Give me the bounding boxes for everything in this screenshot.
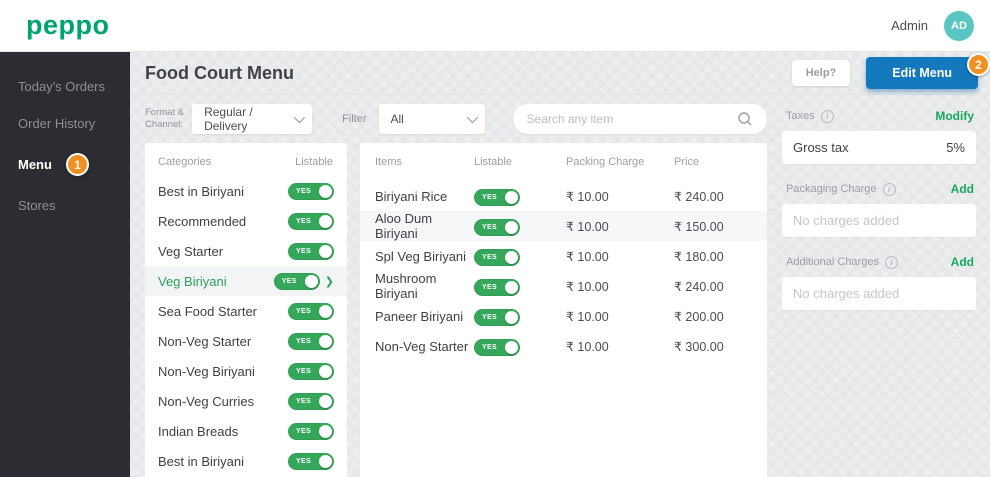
top-bar: peppo Admin AD bbox=[0, 0, 990, 52]
additional-charges-label: Additional Charges bbox=[786, 256, 879, 268]
packaging-charge-label: Packaging Charge bbox=[786, 183, 877, 195]
tax-name: Gross tax bbox=[793, 140, 849, 155]
sidebar-item-stores[interactable]: Stores bbox=[0, 187, 130, 224]
modify-taxes-link[interactable]: Modify bbox=[935, 109, 974, 123]
search-input[interactable] bbox=[526, 112, 737, 126]
categories-panel: Categories Listable Best in Biriyani YES… bbox=[145, 143, 347, 477]
listable-column-header: Listable bbox=[295, 156, 333, 168]
category-row[interactable]: Best in Biriyani YES bbox=[145, 446, 347, 476]
sidebar: Today's Orders Order History Menu 1 Stor… bbox=[0, 52, 130, 477]
listable-toggle[interactable]: YES bbox=[288, 452, 334, 470]
listable-toggle[interactable]: YES bbox=[288, 332, 334, 350]
edit-menu-button[interactable]: Edit Menu bbox=[866, 57, 978, 89]
categories-column-header: Categories bbox=[158, 156, 212, 168]
search-icon bbox=[738, 112, 752, 126]
add-packaging-charge-link[interactable]: Add bbox=[951, 182, 974, 196]
listable-toggle[interactable]: YES bbox=[474, 248, 520, 266]
add-additional-charge-link[interactable]: Add bbox=[951, 255, 974, 269]
peppo-logo: peppo bbox=[26, 10, 110, 40]
items-panel: Items Listable Packing Charge Price Biri… bbox=[360, 143, 767, 477]
tax-row: Gross tax 5% bbox=[782, 131, 976, 164]
listable-toggle[interactable]: YES bbox=[288, 302, 334, 320]
table-row: Paneer Biriyani YES ₹ 10.00 ₹ 200.00 bbox=[375, 308, 724, 326]
filter-row: Format & Channel: Regular / Delivery Fil… bbox=[145, 95, 767, 143]
category-row[interactable]: Recommended YES bbox=[145, 206, 347, 236]
packing-charge-column-header: Packing Charge bbox=[566, 156, 645, 168]
taxes-label: Taxes bbox=[786, 110, 815, 122]
listable-toggle[interactable]: YES bbox=[474, 188, 520, 206]
help-button[interactable]: Help? bbox=[791, 60, 851, 86]
filter-label: Filter bbox=[342, 113, 367, 125]
info-icon[interactable]: i bbox=[884, 255, 898, 269]
listable-column-header: Listable bbox=[474, 156, 512, 168]
listable-toggle[interactable]: YES bbox=[288, 182, 334, 200]
sidebar-item-order-history[interactable]: Order History bbox=[0, 105, 130, 142]
category-row[interactable]: Best in Biriyani YES bbox=[145, 176, 347, 206]
additional-charges-empty: No charges added bbox=[782, 277, 976, 310]
table-row: Mushroom Biriyani YES ₹ 10.00 ₹ 240.00 bbox=[375, 271, 724, 301]
sidebar-item-menu[interactable]: Menu 1 bbox=[0, 142, 130, 187]
chevron-right-icon: ❯ bbox=[324, 275, 334, 288]
search-bar[interactable] bbox=[512, 104, 767, 134]
page-title: Food Court Menu bbox=[145, 62, 294, 83]
format-channel-dropdown[interactable]: Regular / Delivery bbox=[192, 104, 313, 134]
tax-value: 5% bbox=[946, 140, 965, 155]
admin-menu-label[interactable]: Admin bbox=[891, 18, 928, 33]
listable-toggle[interactable]: YES bbox=[474, 338, 520, 356]
category-row[interactable]: Veg Starter YES bbox=[145, 236, 347, 266]
listable-toggle[interactable]: YES bbox=[288, 242, 334, 260]
filter-dropdown[interactable]: All bbox=[378, 104, 485, 134]
table-row: Spl Veg Biriyani YES ₹ 10.00 ₹ 180.00 bbox=[375, 248, 724, 266]
category-row[interactable]: Indian Breads YES bbox=[145, 416, 347, 446]
page-header: Food Court Menu Help? Edit Menu 2 bbox=[130, 52, 990, 95]
packaging-charge-empty: No charges added bbox=[782, 204, 976, 237]
chevron-down-icon bbox=[466, 111, 478, 124]
listable-toggle[interactable]: YES bbox=[474, 308, 520, 326]
sidebar-item-todays-orders[interactable]: Today's Orders bbox=[0, 68, 130, 105]
category-row[interactable]: Sea Food Starter YES bbox=[145, 296, 347, 326]
listable-toggle[interactable]: YES bbox=[273, 272, 320, 290]
format-channel-label: Format & Channel: bbox=[145, 107, 185, 130]
info-icon[interactable]: i bbox=[882, 182, 896, 196]
listable-toggle[interactable]: YES bbox=[288, 422, 334, 440]
price-column-header: Price bbox=[674, 156, 700, 168]
listable-toggle[interactable]: YES bbox=[288, 392, 334, 410]
listable-toggle[interactable]: YES bbox=[474, 218, 520, 236]
table-row: Non-Veg Starter YES ₹ 10.00 ₹ 300.00 bbox=[375, 338, 724, 356]
listable-toggle[interactable]: YES bbox=[288, 362, 334, 380]
chevron-down-icon bbox=[293, 111, 306, 124]
table-row: Aloo Dum Biriyani YES ₹ 10.00 ₹ 150.00 bbox=[360, 211, 767, 241]
table-row: Biriyani Rice YES ₹ 10.00 ₹ 240.00 bbox=[375, 188, 724, 206]
category-row-selected[interactable]: Veg Biriyani YES ❯ bbox=[145, 266, 347, 296]
info-icon[interactable]: i bbox=[820, 109, 834, 123]
step-badge-2: 2 bbox=[967, 53, 990, 76]
avatar[interactable]: AD bbox=[944, 10, 974, 41]
step-badge-1: 1 bbox=[65, 153, 89, 176]
items-column-header: Items bbox=[375, 156, 402, 168]
charges-panel: Taxes i Modify Gross tax 5% Packaging Ch… bbox=[780, 95, 980, 477]
category-row[interactable]: Non-Veg Curries YES bbox=[145, 386, 347, 416]
category-row[interactable]: Non-Veg Starter YES bbox=[145, 326, 347, 356]
category-row[interactable]: Non-Veg Biriyani YES bbox=[145, 356, 347, 386]
listable-toggle[interactable]: YES bbox=[288, 212, 334, 230]
listable-toggle[interactable]: YES bbox=[474, 278, 520, 296]
